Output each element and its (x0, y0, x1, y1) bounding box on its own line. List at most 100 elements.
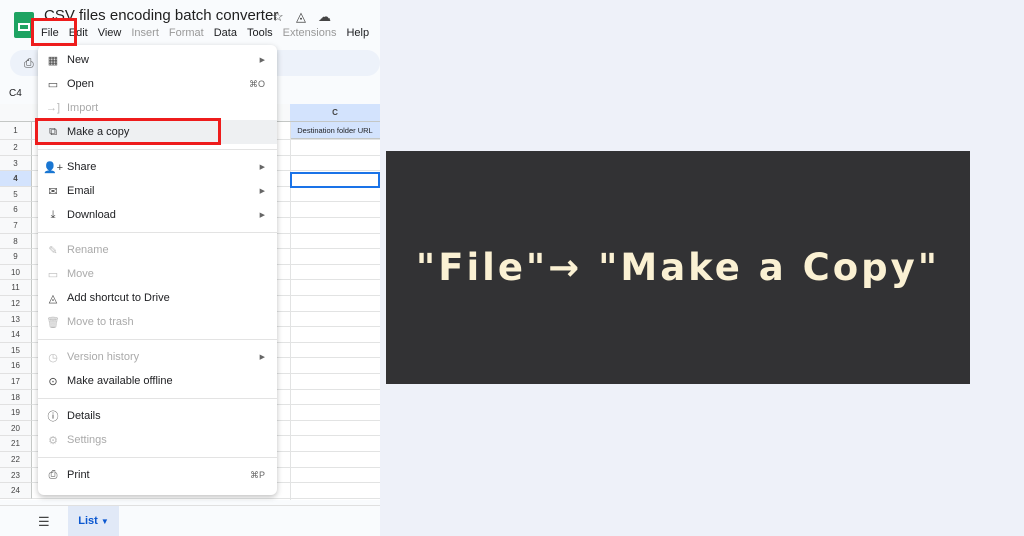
row-header[interactable]: 14 (0, 327, 32, 343)
menu-item-label: Settings (67, 434, 107, 446)
menu-view[interactable]: View (93, 26, 127, 40)
shortcut: ⌘P (249, 469, 265, 480)
download-icon: ⤓ (50, 208, 56, 221)
new-icon: ▦ (47, 54, 59, 67)
menu-item-download[interactable]: ⤓ Download ▶ (38, 203, 277, 227)
menu-item-version-history[interactable]: ◷ Version history ▶ (38, 345, 277, 369)
version-history-icon: ◷ (48, 351, 58, 364)
sheet-tab-list[interactable]: List ▼ (68, 506, 119, 536)
menu-item-label: Move (67, 268, 94, 280)
row-header[interactable]: 19 (0, 405, 32, 421)
document-title[interactable]: CSV files encoding batch converter (44, 7, 278, 24)
menu-separator (38, 398, 277, 399)
row-header[interactable]: 5 (0, 186, 32, 203)
print-icon: ⎙ (48, 468, 58, 481)
highlight-box-make-a-copy (35, 118, 221, 145)
menu-separator (38, 232, 277, 233)
row-header[interactable]: 20 (0, 420, 32, 437)
row-header[interactable]: 9 (0, 249, 32, 265)
menu-item-label: Make available offline (67, 375, 173, 387)
menu-item-label: Email (67, 185, 95, 197)
row-header[interactable]: 11 (0, 280, 32, 296)
menu-item-import[interactable]: →] Import (38, 96, 277, 120)
make-available-offline-icon: ⊙ (48, 375, 58, 388)
menu-bar: File Edit View Insert Format Data Tools Extensi… (36, 26, 374, 40)
menu-item-make-available-offline[interactable]: ⊙ Make available offline (38, 369, 277, 393)
row-header[interactable]: 1 (0, 122, 32, 140)
menu-item-share[interactable]: 👤+ Share ▶ (38, 155, 277, 179)
submenu-arrow-icon: ▶ (259, 57, 265, 64)
selected-cell-c4[interactable] (290, 172, 380, 188)
print-icon[interactable]: ⎙ (24, 56, 34, 71)
row-header[interactable]: 6 (0, 202, 32, 218)
submenu-arrow-icon: ▶ (259, 354, 265, 361)
move-to-drive-icon[interactable]: ◬ (296, 9, 306, 25)
settings-icon: ⚙ (48, 434, 58, 447)
cloud-status-icon[interactable]: ☁ (318, 9, 331, 25)
rename-icon: ✎ (48, 244, 58, 257)
sheets-window: CSV files encoding batch converter ☆ ◬ ☁… (0, 0, 380, 536)
menu-item-label: Rename (67, 244, 109, 256)
menu-item-open[interactable]: ▭ Open ⌘O (38, 72, 277, 96)
column-header-c[interactable]: C (290, 104, 380, 122)
row-header[interactable]: 4 (0, 171, 32, 187)
details-icon: ⓘ (47, 411, 59, 423)
row-header[interactable]: 22 (0, 452, 32, 468)
move-to-trash-icon: 🗑 (46, 316, 60, 329)
menu-tools[interactable]: Tools (242, 26, 278, 40)
menu-item-label: Print (67, 469, 90, 481)
menu-item-rename[interactable]: ✎ Rename (38, 238, 277, 262)
row-header[interactable]: 10 (0, 264, 32, 281)
menu-item-settings[interactable]: ⚙ Settings (38, 428, 277, 452)
menu-item-add-shortcut-to-drive[interactable]: ◬ Add shortcut to Drive (38, 286, 277, 310)
menu-item-label: Import (67, 102, 99, 114)
row-header[interactable]: 23 (0, 467, 32, 484)
row-header[interactable]: 17 (0, 374, 32, 390)
import-icon: →] (45, 102, 61, 114)
menu-help[interactable]: Help (341, 26, 374, 40)
row-header[interactable]: 8 (0, 233, 32, 250)
name-box[interactable]: C4 (9, 88, 22, 99)
menu-insert[interactable]: Insert (126, 26, 164, 40)
instruction-card: "File"→ "Make a Copy" (386, 151, 970, 384)
menu-item-label: Move to trash (67, 316, 134, 328)
row-header[interactable]: 3 (0, 155, 32, 172)
menu-item-label: Version history (67, 351, 140, 363)
row-header[interactable]: 16 (0, 358, 32, 374)
menu-item-move-to-trash[interactable]: 🗑 Move to trash (38, 310, 277, 334)
menu-item-label: Details (67, 410, 101, 422)
row-header[interactable]: 21 (0, 436, 32, 452)
row-header[interactable]: 2 (0, 140, 32, 156)
submenu-arrow-icon: ▶ (259, 212, 265, 219)
menu-item-new[interactable]: ▦ New ▶ (38, 48, 277, 72)
menu-item-move[interactable]: ▭ Move (38, 262, 277, 286)
row-header[interactable]: 15 (0, 342, 32, 359)
select-all-corner[interactable] (0, 104, 32, 122)
menu-separator (38, 457, 277, 458)
menu-item-email[interactable]: ✉ Email ▶ (38, 179, 277, 203)
menu-format[interactable]: Format (164, 26, 209, 40)
menu-item-print[interactable]: ⎙ Print ⌘P (38, 463, 277, 487)
shortcut: ⌘O (248, 78, 265, 89)
file-menu: ▦ New ▶ ▭ Open ⌘O →] Import ⧉ Make a copy 👤+ Share ▶… (38, 45, 277, 495)
row-header[interactable]: 12 (0, 296, 32, 312)
sheet-tab-bar: ☰ List ▼ (0, 505, 380, 536)
share-icon: 👤+ (42, 161, 64, 174)
chevron-down-icon: ▼ (100, 517, 109, 526)
menu-extensions[interactable]: Extensions (278, 26, 342, 40)
star-icon[interactable]: ☆ (272, 9, 284, 25)
move-icon: ▭ (47, 268, 59, 281)
menu-separator (38, 339, 277, 340)
menu-item-label: Open (67, 78, 94, 90)
highlight-box-file (31, 18, 77, 46)
menu-data[interactable]: Data (209, 26, 242, 40)
menu-item-details[interactable]: ⓘ Details (38, 404, 277, 428)
all-sheets-icon[interactable]: ☰ (38, 514, 50, 530)
row-header[interactable]: 18 (0, 389, 32, 406)
row-header[interactable]: 24 (0, 483, 32, 499)
menu-item-label: Share (67, 161, 97, 173)
menu-separator (38, 149, 277, 150)
row-header[interactable]: 13 (0, 311, 32, 328)
row-header[interactable]: 7 (0, 218, 32, 234)
menu-item-label: Download (67, 209, 116, 221)
